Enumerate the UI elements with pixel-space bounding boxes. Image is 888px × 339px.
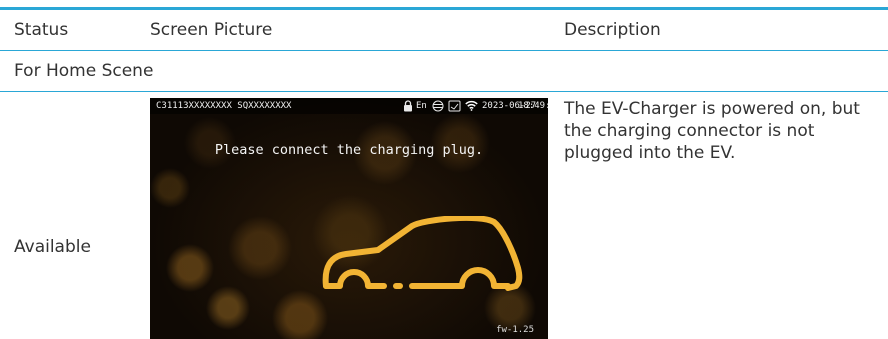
description-cell: The EV-Charger is powered on, but the ch… <box>564 99 860 163</box>
charger-screen-picture: C31113XXXXXXXX SQXXXXXXXX En 2023-06-27 … <box>150 98 548 339</box>
car-outline-icon <box>322 216 523 291</box>
header-screen-picture: Screen Picture <box>150 20 273 40</box>
firmware-version: fw-1.25 <box>496 325 534 335</box>
wifi-icon <box>465 100 478 111</box>
serial-number: C31113XXXXXXXX SQXXXXXXXX <box>156 101 292 111</box>
status-cell: Available <box>14 237 91 257</box>
header-rule <box>0 50 888 51</box>
language-indicator: En <box>416 101 427 111</box>
header-status: Status <box>14 20 69 40</box>
table-header-row: Status Screen Picture Description <box>0 10 888 50</box>
screen-time: 18:49:39 <box>518 101 548 111</box>
lock-icon <box>404 100 412 112</box>
section-title: For Home Scene <box>14 61 154 81</box>
section-rule <box>0 91 888 92</box>
card-icon <box>448 100 461 112</box>
globe-icon <box>432 100 444 112</box>
header-description: Description <box>564 20 661 40</box>
connect-plug-prompt: Please connect the charging plug. <box>214 142 484 158</box>
screen-status-bar: C31113XXXXXXXX SQXXXXXXXX En 2023-06-27 … <box>150 98 548 114</box>
